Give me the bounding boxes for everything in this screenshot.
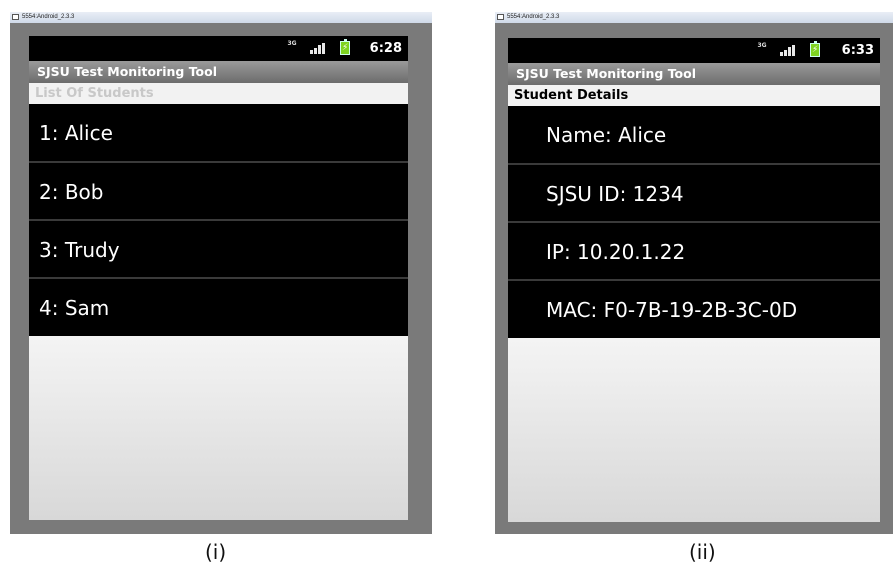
empty-area [508,338,880,522]
caption-i: (i) [205,540,227,564]
list-item-label: 2: Bob [39,180,104,204]
empty-area [29,336,408,520]
status-clock: 6:28 [369,41,402,56]
status-clock: 6:33 [841,43,874,58]
emulator-window-left: 5554:Android_2.3.3 3G ⚡ 6:28 SJSU Test M… [10,12,432,534]
battery-icon: ⚡ [340,39,350,55]
detail-mac: MAC: F0-7B-19-2B-3C-0D [508,281,880,339]
network-3g-icon: 3G [757,42,767,49]
caption-ii: (ii) [689,540,716,564]
battery-icon: ⚡ [810,41,820,57]
signal-strength-icon [780,45,796,56]
emulator-window-right: 5554:Android_2.3.3 3G ⚡ 6:33 SJSU Test M… [495,12,893,534]
status-bar: 3G ⚡ 6:33 [508,38,880,63]
window-icon [12,14,19,20]
detail-ip: IP: 10.20.1.22 [508,223,880,281]
network-3g-icon: 3G [287,40,297,47]
status-bar: 3G ⚡ 6:28 [29,36,408,61]
emulator-title: 5554:Android_2.3.3 [22,14,75,20]
detail-name: Name: Alice [508,106,880,164]
details-header: Student Details [508,85,880,106]
detail-label: SJSU ID: 1234 [546,182,684,206]
list-item-label: 4: Sam [39,296,110,320]
emulator-title: 5554:Android_2.3.3 [507,14,560,20]
device-screen: 3G ⚡ 6:33 SJSU Test Monitoring Tool Stud… [508,38,880,522]
list-item-alice[interactable]: 1: Alice [29,104,408,162]
app-title-bar: SJSU Test Monitoring Tool [508,63,880,85]
device-screen: 3G ⚡ 6:28 SJSU Test Monitoring Tool List… [29,36,408,520]
detail-label: MAC: F0-7B-19-2B-3C-0D [546,298,798,322]
detail-sjsu-id: SJSU ID: 1234 [508,165,880,223]
list-item-sam[interactable]: 4: Sam [29,279,408,337]
list-item-label: 1: Alice [39,121,113,145]
app-title-bar: SJSU Test Monitoring Tool [29,61,408,83]
window-icon [497,14,504,20]
emulator-title-bar[interactable]: 5554:Android_2.3.3 [10,12,432,23]
list-item-bob[interactable]: 2: Bob [29,163,408,221]
emulator-title-bar[interactable]: 5554:Android_2.3.3 [495,12,893,23]
signal-strength-icon [310,43,326,54]
detail-label: Name: Alice [546,123,667,147]
detail-label: IP: 10.20.1.22 [546,240,686,264]
list-item-trudy[interactable]: 3: Trudy [29,221,408,279]
list-header: List Of Students [29,83,408,104]
list-item-label: 3: Trudy [39,238,120,262]
